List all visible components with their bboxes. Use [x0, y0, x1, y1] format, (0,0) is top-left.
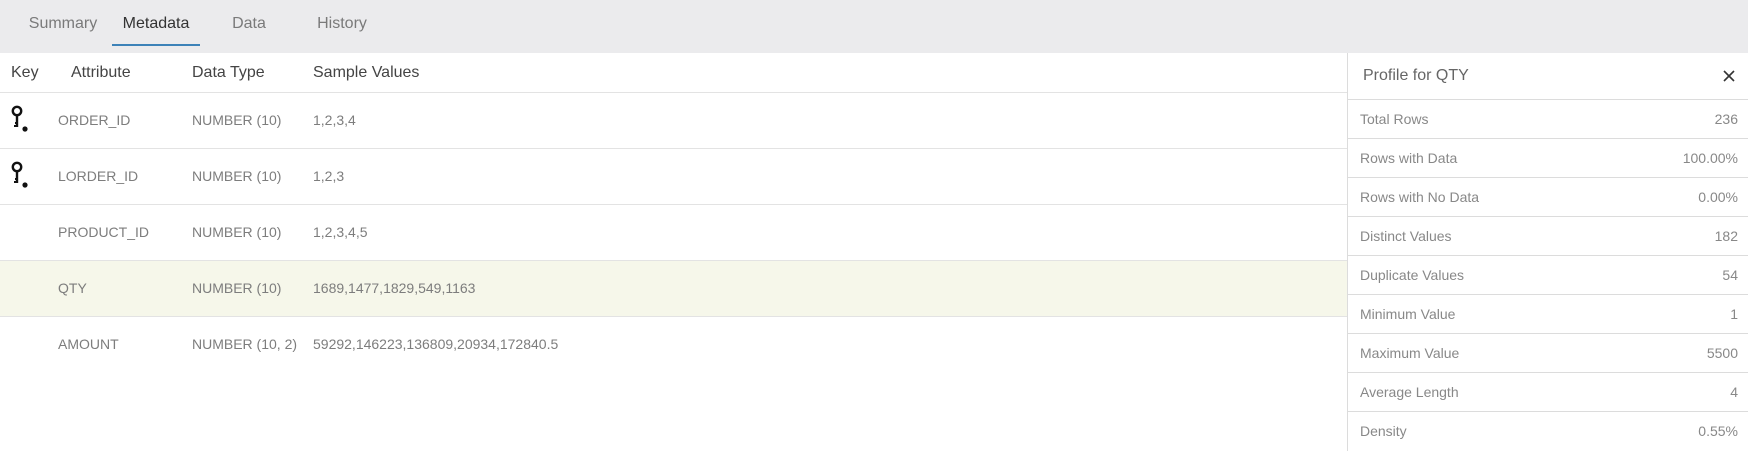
stat-label: Rows with No Data [1360, 189, 1480, 205]
table-row[interactable]: ORDER_ID NUMBER (10) 1,2,3,4 [0, 93, 1347, 149]
stat-value: 5500 [1706, 345, 1738, 361]
tab-bar: Summary Metadata Data History [0, 0, 1748, 53]
column-header-sample-values: Sample Values [313, 64, 420, 81]
data-type: NUMBER (10) [192, 280, 282, 296]
stat-value: 0.00% [1698, 189, 1738, 205]
sample-values: 59292,146223,136809,20934,172840.5 [313, 336, 559, 352]
column-header-key: Key [11, 64, 39, 81]
tab-summary[interactable]: Summary [22, 0, 104, 46]
stat-value: 0.55% [1698, 423, 1738, 439]
tab-metadata[interactable]: Metadata [112, 0, 200, 46]
stat-value: 100.00% [1682, 150, 1738, 166]
stat-label: Maximum Value [1360, 345, 1460, 361]
stat-rows-with-no-data: Rows with No Data 0.00% [1348, 178, 1748, 217]
profile-title: Profile for QTY [1363, 67, 1469, 84]
stat-label: Duplicate Values [1360, 267, 1465, 283]
table-header: Key Attribute Data Type Sample Values [0, 53, 1347, 93]
attribute-name: QTY [58, 280, 87, 296]
stat-label: Distinct Values [1360, 228, 1452, 244]
data-type: NUMBER (10, 2) [192, 336, 298, 352]
stat-minimum-value: Minimum Value 1 [1348, 295, 1748, 334]
table-row[interactable]: AMOUNT NUMBER (10, 2) 59292,146223,13680… [0, 317, 1347, 373]
profile-panel: Profile for QTY Total Rows 236 Rows with… [1347, 53, 1748, 451]
stat-total-rows: Total Rows 236 [1348, 100, 1748, 139]
tab-history[interactable]: History [306, 0, 378, 46]
stat-value: 4 [1730, 384, 1738, 400]
column-header-attribute: Attribute [71, 64, 131, 81]
table-row[interactable]: PRODUCT_ID NUMBER (10) 1,2,3,4,5 [0, 205, 1347, 261]
primary-key-icon [11, 105, 28, 132]
stat-label: Minimum Value [1360, 306, 1456, 322]
primary-key-icon [11, 161, 28, 188]
data-type: NUMBER (10) [192, 224, 282, 240]
stat-distinct-values: Distinct Values 182 [1348, 217, 1748, 256]
close-icon[interactable] [1718, 65, 1740, 87]
column-header-data-type: Data Type [192, 64, 265, 81]
table-row[interactable]: LORDER_ID NUMBER (10) 1,2,3 [0, 149, 1347, 205]
profile-panel-header: Profile for QTY [1348, 53, 1748, 100]
stat-average-length: Average Length 4 [1348, 373, 1748, 412]
sample-values: 1,2,3 [313, 168, 345, 184]
attribute-name: LORDER_ID [58, 168, 139, 184]
attribute-name: ORDER_ID [58, 112, 131, 128]
stat-value: 54 [1722, 267, 1738, 283]
stat-value: 182 [1714, 228, 1738, 244]
attribute-name: AMOUNT [58, 336, 119, 352]
stat-maximum-value: Maximum Value 5500 [1348, 334, 1748, 373]
table-row-selected[interactable]: QTY NUMBER (10) 1689,1477,1829,549,1163 [0, 261, 1347, 317]
metadata-table: Key Attribute Data Type Sample Values OR… [0, 53, 1347, 451]
stat-label: Rows with Data [1360, 150, 1458, 166]
attribute-name: PRODUCT_ID [58, 224, 150, 240]
stat-label: Density [1360, 423, 1407, 439]
stat-label: Total Rows [1360, 111, 1429, 127]
stat-rows-with-data: Rows with Data 100.00% [1348, 139, 1748, 178]
sample-values: 1,2,3,4,5 [313, 224, 368, 240]
stat-duplicate-values: Duplicate Values 54 [1348, 256, 1748, 295]
sample-values: 1,2,3,4 [313, 112, 356, 128]
data-type: NUMBER (10) [192, 168, 282, 184]
data-type: NUMBER (10) [192, 112, 282, 128]
sample-values: 1689,1477,1829,549,1163 [313, 280, 476, 296]
tab-data[interactable]: Data [222, 0, 276, 46]
stat-value: 236 [1714, 111, 1738, 127]
stat-density: Density 0.55% [1348, 412, 1748, 451]
stat-label: Average Length [1360, 384, 1459, 400]
stat-value: 1 [1730, 306, 1738, 322]
